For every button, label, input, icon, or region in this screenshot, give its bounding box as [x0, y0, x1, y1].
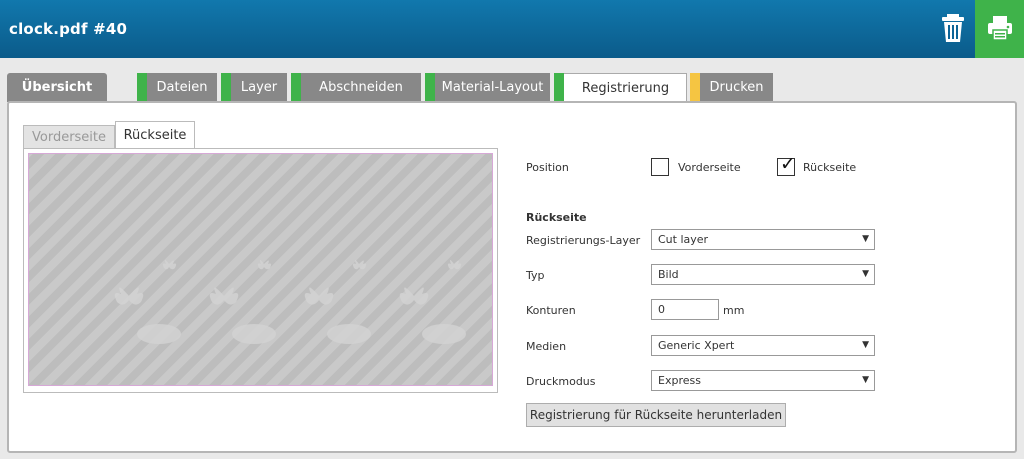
chevron-down-icon: ▼ — [862, 375, 869, 385]
type-select[interactable]: Bild ▼ — [651, 264, 875, 285]
main-tabs: Übersicht Dateien Layer Abschneiden Mate… — [0, 73, 1024, 104]
contour-unit: mm — [723, 304, 745, 317]
tab-print[interactable]: Drucken — [690, 73, 773, 102]
status-stripe — [137, 73, 147, 102]
tab-material-layout[interactable]: Material-Layout — [425, 73, 550, 102]
section-title: Rückseite — [526, 211, 587, 224]
front-checkbox-label: Vorderseite — [678, 161, 741, 174]
chevron-down-icon: ▼ — [862, 269, 869, 279]
contour-label: Konturen — [526, 304, 576, 317]
status-stripe — [221, 73, 231, 102]
type-label: Typ — [526, 269, 545, 282]
front-checkbox[interactable] — [651, 158, 669, 176]
tab-registration[interactable]: Registrierung — [554, 73, 687, 104]
tab-cut[interactable]: Abschneiden — [291, 73, 421, 102]
tab-files[interactable]: Dateien — [137, 73, 217, 102]
chevron-down-icon: ▼ — [862, 340, 869, 350]
subtab-back[interactable]: Rückseite — [115, 121, 195, 149]
status-stripe — [291, 73, 301, 102]
media-select[interactable]: Generic Xpert ▼ — [651, 335, 875, 356]
app-header: clock.pdf #40 — [0, 0, 1024, 58]
print-button[interactable] — [975, 0, 1024, 58]
butterfly-pattern-image — [114, 260, 466, 344]
status-stripe — [690, 73, 700, 102]
contour-input[interactable] — [651, 299, 719, 320]
back-checkbox[interactable]: ✓ — [777, 153, 796, 176]
back-checkbox-label: Rückseite — [803, 161, 857, 174]
download-registration-button[interactable]: Registrierung für Rückseite herunterlade… — [526, 403, 786, 427]
print-mode-label: Druckmodus — [526, 375, 596, 388]
print-mode-select[interactable]: Express ▼ — [651, 370, 875, 391]
tab-overview[interactable]: Übersicht — [7, 73, 107, 102]
checkmark-icon: ✓ — [780, 153, 796, 175]
status-stripe — [554, 73, 564, 104]
chevron-down-icon: ▼ — [862, 234, 869, 244]
back-side-preview — [28, 153, 493, 386]
subtab-front[interactable]: Vorderseite — [23, 125, 115, 149]
position-label: Position — [526, 161, 569, 174]
layer-select[interactable]: Cut layer ▼ — [651, 229, 875, 250]
media-label: Medien — [526, 340, 567, 353]
tab-layer[interactable]: Layer — [221, 73, 287, 102]
trash-icon[interactable] — [938, 12, 968, 44]
printer-icon — [988, 16, 1012, 41]
document-title: clock.pdf #40 — [9, 20, 128, 38]
status-stripe — [425, 73, 435, 102]
layer-label: Registrierungs-Layer — [526, 234, 641, 247]
